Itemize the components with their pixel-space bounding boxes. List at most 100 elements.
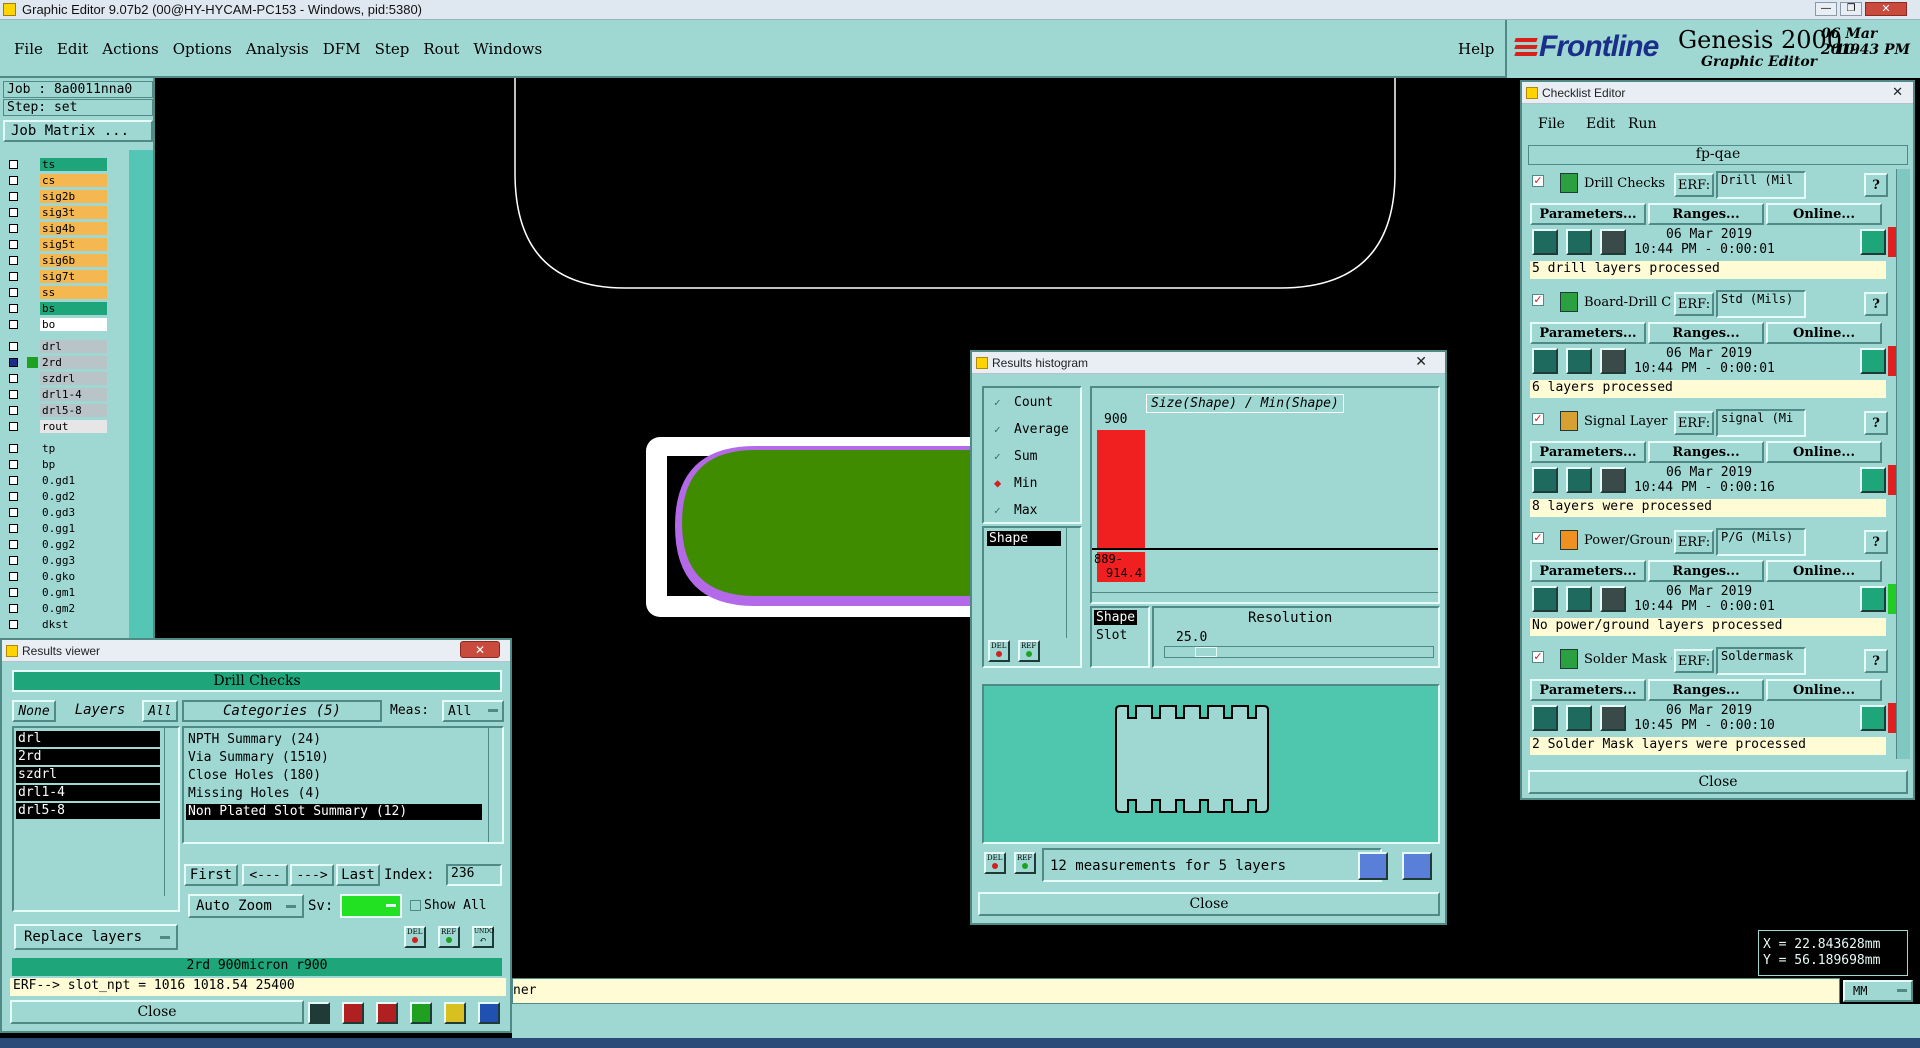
results-layer-item[interactable]: drl [16, 731, 160, 747]
ranges-button[interactable]: Ranges... [1648, 679, 1764, 701]
layer-row[interactable]: sig3t [5, 206, 125, 219]
layer-checkbox[interactable] [9, 240, 18, 249]
erf-button[interactable]: ERF: [1674, 411, 1714, 435]
stop-check-icon[interactable] [1600, 229, 1626, 255]
layer-row[interactable]: 2rd [5, 356, 125, 369]
next-button[interactable]: ---> [290, 864, 334, 886]
menu-options[interactable]: Options [173, 40, 232, 58]
layer-list-scrollbar[interactable] [164, 728, 178, 896]
menu-help[interactable]: Help [1458, 40, 1494, 58]
check-zoom-icon[interactable] [1860, 705, 1886, 731]
layer-checkbox[interactable] [9, 422, 18, 431]
last-button[interactable]: Last [336, 864, 380, 886]
layer-row[interactable]: szdrl [5, 372, 125, 385]
layer-checkbox[interactable] [9, 224, 18, 233]
results-layer-item[interactable]: 2rd [16, 749, 160, 765]
check-help-button[interactable]: ? [1864, 292, 1888, 316]
run-check-icon[interactable] [1532, 586, 1558, 612]
layer-checkbox[interactable] [9, 540, 18, 549]
checklist-menu-edit[interactable]: Edit [1586, 116, 1615, 132]
show-all-checkbox[interactable] [410, 900, 421, 911]
stop-check-icon[interactable] [1600, 348, 1626, 374]
layer-checkbox[interactable] [9, 208, 18, 217]
menu-step[interactable]: Step [375, 40, 410, 58]
layer-row[interactable]: cs [5, 174, 125, 187]
layer-checkbox[interactable] [9, 304, 18, 313]
layer-row[interactable]: sig6b [5, 254, 125, 267]
layer-row[interactable]: dkst [5, 618, 125, 631]
layer-checkbox[interactable] [9, 358, 18, 367]
ranges-button[interactable]: Ranges... [1648, 560, 1764, 582]
layer-row[interactable]: 0.gg2 [5, 538, 125, 551]
layer-checkbox[interactable] [9, 556, 18, 565]
layer-row[interactable]: ts [5, 158, 125, 171]
layer-row[interactable]: ss [5, 286, 125, 299]
erf-field[interactable]: P/G (Mils) [1716, 528, 1806, 556]
run-check-alt-icon[interactable] [1566, 705, 1592, 731]
parameters-button[interactable]: Parameters... [1530, 679, 1646, 701]
parameters-button[interactable]: Parameters... [1530, 322, 1646, 344]
checklist-menu-run[interactable]: Run [1628, 116, 1657, 132]
check-enable-icon[interactable]: ✓ [1532, 651, 1544, 663]
layer-row[interactable]: tp [5, 442, 125, 455]
prev-button[interactable]: <--- [242, 864, 288, 886]
menu-edit[interactable]: Edit [57, 40, 88, 58]
menu-actions[interactable]: Actions [102, 40, 158, 58]
auto-zoom-dropdown[interactable]: Auto Zoom [188, 894, 304, 918]
none-button[interactable]: None [12, 700, 56, 722]
index-field[interactable]: 236 [446, 864, 502, 886]
layer-checkbox[interactable] [9, 256, 18, 265]
category-item[interactable]: NPTH Summary (24) [186, 732, 482, 748]
rv-del-button[interactable]: DEL [404, 926, 426, 948]
checklist-scrollbar[interactable] [1896, 169, 1910, 759]
parameters-button[interactable]: Parameters... [1530, 203, 1646, 225]
histogram-close-button[interactable]: Close [978, 892, 1440, 916]
layer-checkbox[interactable] [9, 320, 18, 329]
check-zoom-icon[interactable] [1860, 348, 1886, 374]
layer-checkbox[interactable] [9, 160, 18, 169]
erf-button[interactable]: ERF: [1674, 292, 1714, 316]
online-button[interactable]: Online... [1766, 203, 1882, 225]
menu-rout[interactable]: Rout [423, 40, 459, 58]
shape-item-shape[interactable]: Shape [1094, 610, 1138, 625]
layer-row[interactable]: bo [5, 318, 125, 331]
layer-row[interactable]: drl5-8 [5, 404, 125, 417]
replace-layers-dropdown[interactable]: Replace layers [14, 924, 178, 950]
layer-checkbox[interactable] [9, 288, 18, 297]
erf-button[interactable]: ERF: [1674, 530, 1714, 554]
bar-900[interactable] [1097, 430, 1145, 548]
layer-row[interactable]: rout [5, 420, 125, 433]
sv-color-dropdown[interactable] [340, 894, 402, 918]
rv-ref-button[interactable]: REF [438, 926, 460, 948]
erf-field[interactable]: signal (Mi [1716, 409, 1806, 437]
layer-checkbox[interactable] [9, 588, 18, 597]
menu-file[interactable]: File [14, 40, 43, 58]
ranges-button[interactable]: Ranges... [1648, 322, 1764, 344]
parameters-button[interactable]: Parameters... [1530, 560, 1646, 582]
layer-scroll-strip[interactable] [129, 150, 153, 638]
layer-row[interactable]: bp [5, 458, 125, 471]
close-window-button[interactable]: ✕ [1865, 2, 1907, 16]
results-layer-item[interactable]: drl1-4 [16, 785, 160, 801]
tool-icon-4[interactable] [410, 1002, 432, 1024]
category-item[interactable]: Via Summary (1510) [186, 750, 482, 766]
layer-checkbox[interactable] [9, 604, 18, 613]
ranges-button[interactable]: Ranges... [1648, 441, 1764, 463]
layer-checkbox[interactable] [9, 406, 18, 415]
stop-check-icon[interactable] [1600, 586, 1626, 612]
checklist-menu-file[interactable]: File [1538, 116, 1565, 132]
run-check-icon[interactable] [1532, 229, 1558, 255]
resolution-slider[interactable] [1164, 646, 1434, 658]
preview-del-button[interactable]: DEL [984, 852, 1006, 874]
all-layers-button[interactable]: All [142, 700, 178, 722]
results-close-button[interactable]: Close [10, 1000, 304, 1024]
tool-icon-6[interactable] [478, 1002, 500, 1024]
category-item[interactable]: Missing Holes (4) [186, 786, 482, 802]
layer-row[interactable]: 0.gd2 [5, 490, 125, 503]
minimize-button[interactable]: — [1815, 2, 1837, 16]
layer-checkbox[interactable] [9, 374, 18, 383]
tool-icon-1[interactable] [308, 1002, 330, 1024]
zoom-to-result-icon[interactable] [1358, 852, 1388, 880]
check-enable-icon[interactable]: ✓ [1532, 175, 1544, 187]
meas-dropdown[interactable]: All [442, 700, 504, 722]
